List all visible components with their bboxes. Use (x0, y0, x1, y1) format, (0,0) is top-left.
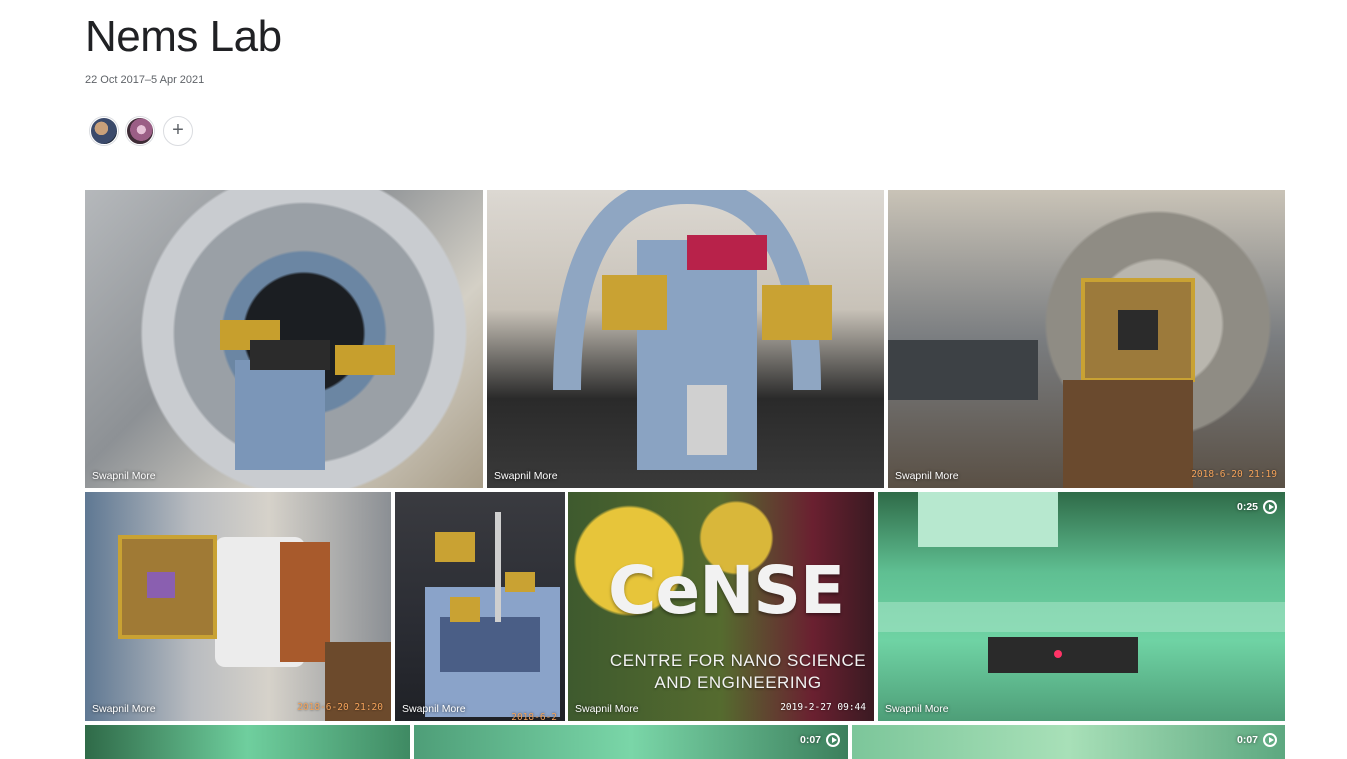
photo-timestamp: 2018-6-20 21:20 (297, 702, 383, 713)
photo-owner: Swapnil More (92, 470, 156, 482)
photo-tile[interactable]: CeNSE CENTRE FOR NANO SCIENCE AND ENGINE… (568, 492, 874, 721)
photo-owner: Swapnil More (885, 703, 949, 715)
photo-owner: Swapnil More (895, 470, 959, 482)
photo-content (220, 320, 395, 470)
play-circle-icon (1263, 733, 1277, 747)
photo-content (553, 190, 832, 470)
photo-content (888, 278, 1195, 488)
duration-text: 0:07 (799, 734, 821, 746)
photo-owner: Swapnil More (92, 703, 156, 715)
play-circle-icon (1263, 500, 1277, 514)
duration-text: 0:25 (1236, 501, 1258, 513)
video-duration: 0:25 (1237, 500, 1277, 514)
photo-content (425, 512, 560, 717)
photo-owner: Swapnil More (402, 703, 466, 715)
photo-tile[interactable]: Swapnil More 2018-6-2 (395, 492, 565, 721)
photo-tile[interactable]: Swapnil More 2018-6-20 21:19 (888, 190, 1285, 488)
add-person-button[interactable]: + (163, 116, 193, 146)
video-content (878, 492, 1285, 673)
add-person-icon: + (172, 119, 184, 141)
avatar[interactable] (90, 117, 118, 145)
photo-tile[interactable]: Swapnil More (487, 190, 884, 488)
play-circle-icon (826, 733, 840, 747)
photo-timestamp: 2019-2-27 09:44 (780, 702, 866, 713)
video-tile[interactable]: 0:07 (852, 725, 1285, 759)
photo-content (118, 535, 391, 721)
album-date-range: 22 Oct 2017–5 Apr 2021 (85, 74, 205, 86)
photo-tile[interactable]: Swapnil More (85, 190, 483, 488)
album-title: Nems Lab (85, 12, 282, 61)
photo-tile[interactable] (85, 725, 410, 759)
video-tile[interactable]: 0:25 Swapnil More (878, 492, 1285, 721)
video-duration: 0:07 (1237, 733, 1277, 747)
sign-logo-text: CeNSE (608, 552, 845, 629)
photo-owner: Swapnil More (575, 703, 639, 715)
avatar[interactable] (126, 117, 154, 145)
sign-subtitle: CENTRE FOR NANO SCIENCE AND ENGINEERING (609, 651, 867, 692)
photo-owner: Swapnil More (494, 470, 558, 482)
photo-timestamp: 2018-6-20 21:19 (1191, 469, 1277, 480)
photo-tile[interactable]: Swapnil More 2018-6-20 21:20 (85, 492, 391, 721)
video-tile[interactable]: 0:07 (414, 725, 848, 759)
video-duration: 0:07 (800, 733, 840, 747)
duration-text: 0:07 (1236, 734, 1258, 746)
photo-timestamp: 2018-6-2 (511, 712, 557, 721)
